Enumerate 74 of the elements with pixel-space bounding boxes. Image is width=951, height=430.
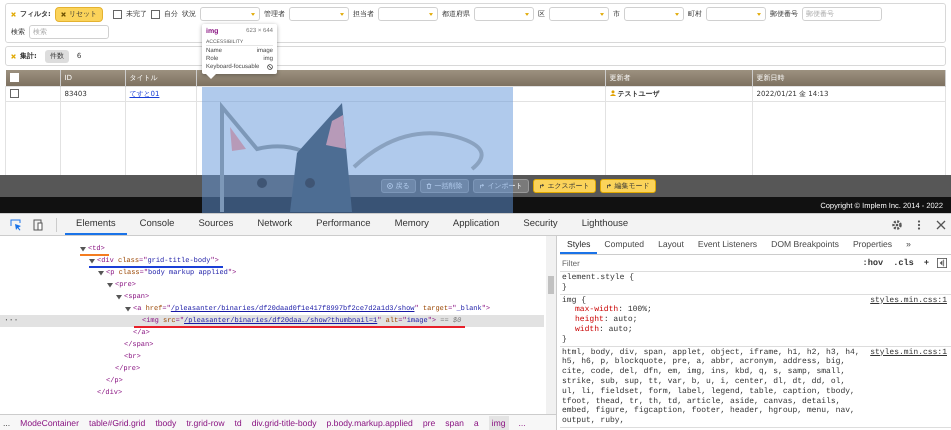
css-brace: } [562, 282, 568, 293]
user-icon [610, 90, 616, 96]
style-tool-button[interactable]: :hov [860, 258, 886, 268]
arrow-icon [606, 183, 612, 189]
breadcrumb-item[interactable]: ModeContainer [20, 418, 79, 428]
caret-icon [524, 12, 529, 16]
x-icon [60, 12, 66, 16]
css-declaration: height: auto; [574, 315, 638, 325]
caret-icon [250, 12, 255, 16]
breadcrumb-item[interactable]: span [445, 418, 464, 428]
close-icon[interactable] [935, 218, 947, 230]
inspect-icon[interactable] [10, 218, 22, 230]
caret-icon [756, 12, 761, 16]
devtools-tab[interactable]: Application [442, 214, 510, 235]
css-declaration: width: auto; [574, 324, 634, 335]
devtools-tab[interactable]: Performance [305, 214, 382, 235]
caret-icon [600, 12, 604, 16]
breadcrumb-item[interactable]: div.grid-title-body [252, 418, 317, 428]
styles-tab[interactable]: Computed [597, 236, 652, 254]
expand-arrow-icon[interactable] [80, 246, 86, 252]
devtools-tab[interactable]: Network [246, 214, 304, 235]
stylesheet-link[interactable]: styles.min.css:1 [870, 296, 947, 306]
caret-icon [674, 12, 679, 16]
expand-arrow-icon[interactable] [125, 306, 131, 312]
arrow-icon [538, 183, 544, 189]
more-tabs-button[interactable]: » [899, 236, 918, 254]
back-icon [386, 183, 392, 189]
styles-tab[interactable]: DOM Breakpoints [764, 236, 846, 254]
caret-icon [340, 12, 344, 16]
checkbox[interactable] [10, 88, 19, 98]
styles-tab[interactable]: Layout [651, 236, 691, 254]
x-icon [11, 12, 16, 16]
css-selector: element.style { [562, 273, 636, 283]
expand-arrow-icon[interactable] [98, 270, 104, 276]
devtools-tab[interactable]: Console [128, 214, 186, 235]
blocked-icon [267, 64, 273, 70]
caret-icon [428, 12, 433, 16]
css-selector: img { [562, 296, 588, 305]
breadcrumb-item[interactable]: table#Grid.grid [88, 418, 146, 428]
css-selector: html, body, div, span, applet, object, iframe, h1, h2, h3, h4, h5, h6, p, blockquote, pre, a, abbr, acronym, address, big, cite, code, del, dfn, em, img, ins, kbd, q, s, samp, small, strike, sub, sup, tt, var, b, u, i, center, dl, dt, dd, ol, ul, li, fieldset, form, label, legend, table, caption, tbody, tfoot, thead, tr, th, td, article, aside, canvas, details, embed, figure, figcaption, footer, header, hgroup, menu, nav, output, ruby, [562, 348, 861, 426]
arrow-icon [478, 183, 484, 189]
checkbox[interactable] [150, 10, 160, 18]
trash-icon [426, 183, 432, 189]
sidebar-toggle-icon[interactable] [937, 258, 947, 268]
breadcrumb-item[interactable]: tbody [155, 418, 176, 428]
more-button[interactable]: ··· [4, 315, 18, 327]
expand-arrow-icon[interactable] [89, 258, 95, 264]
more-button[interactable]: ... [518, 418, 526, 428]
styles-tab[interactable]: Properties [846, 236, 900, 254]
breadcrumb-item[interactable]: img [488, 416, 509, 430]
devtools-tab[interactable]: Security [512, 214, 569, 235]
devtools-tab[interactable]: Sources [187, 214, 244, 235]
checkbox[interactable] [112, 10, 122, 18]
expand-arrow-icon[interactable] [116, 294, 122, 300]
device-icon[interactable] [32, 218, 44, 230]
style-tool-button[interactable]: .cls [891, 258, 916, 268]
styles-tab[interactable]: Event Listeners [690, 236, 764, 254]
breadcrumb-item[interactable]: tr.grid-row [186, 418, 225, 428]
settings-icon[interactable] [891, 218, 903, 230]
css-declaration: max-width: 100%; [574, 305, 653, 315]
css-brace: } [562, 334, 568, 345]
expand-arrow-icon[interactable] [107, 282, 113, 288]
more-button[interactable]: ... [0, 418, 10, 428]
breadcrumb-item[interactable]: pre [422, 418, 436, 428]
stylesheet-link[interactable]: styles.min.css:1 [870, 348, 947, 358]
devtools-tab[interactable]: Elements [65, 214, 127, 235]
style-tool-button[interactable]: + [922, 258, 931, 268]
breadcrumb-item[interactable]: a [474, 418, 479, 428]
x-icon [11, 54, 16, 58]
devtools-tab[interactable]: Memory [384, 214, 440, 235]
breadcrumb-item[interactable]: td [234, 418, 242, 428]
scrollbar-thumb[interactable] [548, 276, 554, 294]
devtools-tab[interactable]: Lighthouse [570, 214, 640, 235]
breadcrumb-item[interactable]: p.body.markup.applied [326, 418, 413, 428]
